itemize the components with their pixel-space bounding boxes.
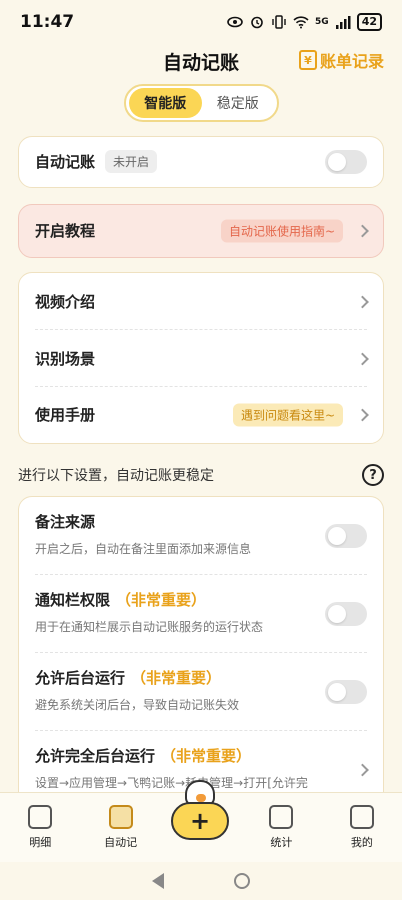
nav-item-mine[interactable]: 我的 [322,793,402,862]
toggle-knob [328,527,346,545]
link-label: 使用手册 [35,406,96,424]
bills-record-link[interactable]: ¥ 账单记录 [298,48,384,72]
setting-title-text: 备注来源 [35,513,96,531]
nav-label: 统计 [270,836,293,849]
setting-title: 允许后台运行 （非常重要） [35,667,367,688]
toggle-knob [328,605,346,623]
link-user-manual[interactable]: 使用手册 遇到问题看这里~ [19,387,383,442]
setting-importance: （非常重要） [116,591,207,609]
setting-title: 备注来源 [35,511,367,532]
setting-importance: （非常重要） [161,747,252,765]
chevron-right-icon [356,408,369,421]
header: 自动记账 ¥ 账单记录 [0,44,402,80]
status-time: 11:47 [20,12,75,32]
auto-bookkeeping-toggle[interactable] [325,149,367,174]
nav-label: 明细 [29,836,52,849]
duck-beak [196,794,206,802]
tab-smart-version[interactable]: 智能版 [129,88,202,118]
back-icon[interactable] [152,873,164,889]
tutorial-label: 开启教程 [35,222,96,240]
tutorial-card[interactable]: 开启教程 自动记账使用指南~ [18,204,384,258]
nav-item-statistics[interactable]: 统计 [241,793,321,862]
notification-permission-toggle[interactable] [325,602,367,626]
setting-row: 允许后台运行 （非常重要） 避免系统关闭后台，导致自动记账失效 [19,653,383,731]
background-run-toggle[interactable] [325,680,367,704]
bill-icon: ¥ [298,50,317,70]
tutorial-row: 开启教程 自动记账使用指南~ [19,205,383,256]
link-label: 识别场景 [35,350,96,368]
bills-record-label: 账单记录 [319,52,384,71]
chevron-right-icon [356,224,369,237]
auto-bookkeeping-row: 自动记账 未开启 [19,137,383,186]
settings-hint: 进行以下设置，自动记账更稳定 ? [18,462,384,488]
nav-label: 自动记 [104,836,138,849]
version-switch: 智能版 稳定版 [124,84,279,122]
help-tag: 遇到问题看这里~ [232,403,343,426]
nav-item-details[interactable]: 明细 [0,793,80,862]
link-recognition-scenes[interactable]: 识别场景 [19,330,383,387]
toggle-knob [328,683,346,701]
auto-bookkeeping-card: 自动记账 未开启 [18,136,384,188]
nav-item-auto-bookkeeping[interactable]: 自动记 [80,793,160,862]
setting-desc: 开启之后，自动在备注里面添加来源信息 [35,542,252,556]
setting-title-text: 允许后台运行 [35,669,126,687]
vibrate-icon [272,15,286,29]
wifi-icon [293,16,309,29]
home-icon[interactable] [234,873,250,889]
setting-title-text: 通知栏权限 [35,591,111,609]
auto-bookkeeping-label: 自动记账 [35,153,96,171]
setting-title-text: 允许完全后台运行 [35,747,156,765]
link-video-intro[interactable]: 视频介绍 [19,273,383,330]
alarm-icon [251,16,263,29]
setting-importance: （非常重要） [131,669,222,687]
links-card: 视频介绍 识别场景 使用手册 遇到问题看这里~ [18,272,384,444]
setting-desc: 用于在通知栏展示自动记账服务的运行状态 [35,620,264,634]
network-type: 5G [315,17,329,27]
status-bar: 11:47 5G 42 [0,0,402,44]
battery-indicator: 42 [356,13,382,31]
signal-icon [335,16,351,29]
add-record-button[interactable]: + [171,802,229,840]
status-icons: 5G 42 [227,13,382,31]
setting-title: 通知栏权限 （非常重要） [35,589,367,610]
setting-row: 通知栏权限 （非常重要） 用于在通知栏展示自动记账服务的运行状态 [19,575,383,653]
setting-desc: 避免系统关闭后台，导致自动记账失效 [35,698,240,712]
system-nav-bar [0,862,402,900]
setting-row: 备注来源 开启之后，自动在备注里面添加来源信息 [19,497,383,575]
calendar-icon [269,805,294,829]
setting-title: 允许完全后台运行 （非常重要） [35,745,367,766]
status-badge: 未开启 [105,150,158,173]
add-record-wrap: + [171,780,231,840]
details-icon [28,805,53,829]
settings-card: 备注来源 开启之后，自动在备注里面添加来源信息 通知栏权限 （非常重要） 用于在通… [18,496,384,806]
tab-stable-version[interactable]: 稳定版 [202,88,275,118]
chevron-right-icon [356,352,369,365]
help-icon[interactable]: ? [362,464,384,486]
link-label: 视频介绍 [35,293,96,311]
chevron-right-icon [356,295,369,308]
settings-hint-text: 进行以下设置，自动记账更稳定 [18,468,214,484]
nav-label: 我的 [350,836,373,849]
toggle-knob [328,152,346,171]
notebook-icon [108,805,133,829]
remark-source-toggle[interactable] [325,524,367,548]
guide-tag: 自动记账使用指南~ [220,219,343,242]
eye-icon [227,16,243,28]
profile-icon [349,805,374,829]
